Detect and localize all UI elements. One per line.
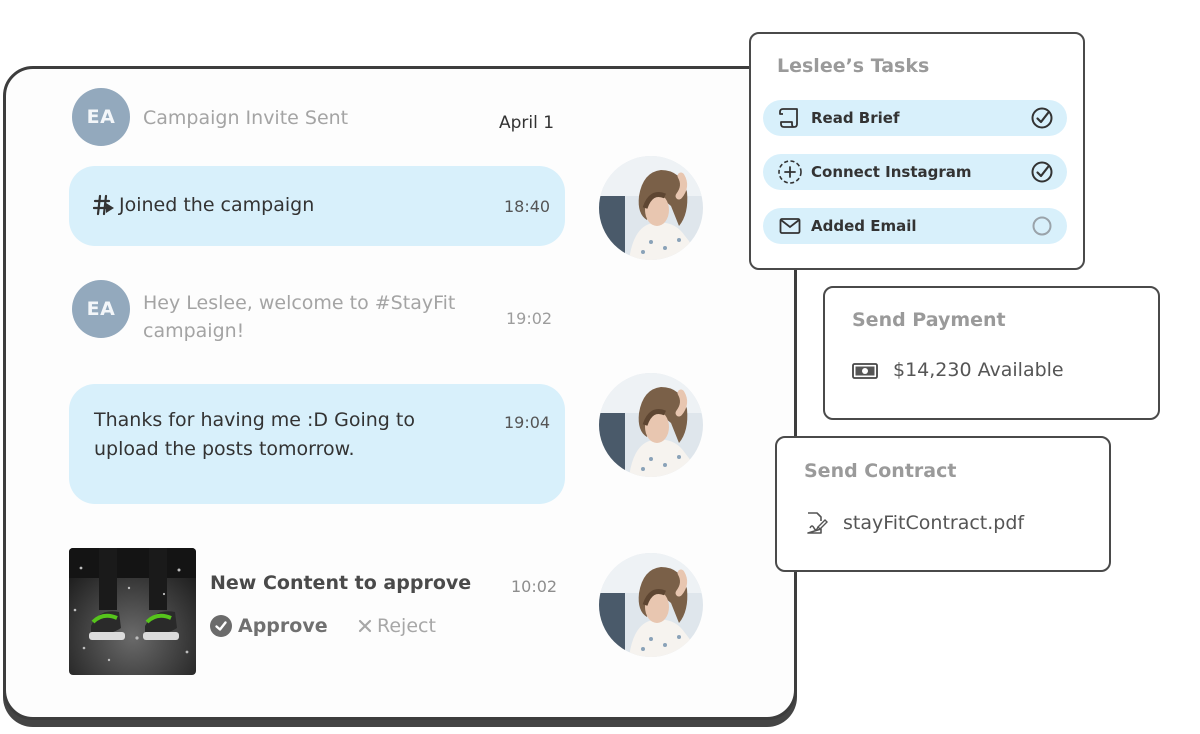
payment-available-amount: $14,230 Available: [893, 359, 1064, 381]
ea-avatar: EA: [72, 88, 130, 146]
plus-circle-icon: [777, 160, 803, 184]
reply-message-bubble: Thanks for having me :D Going to upload …: [69, 384, 565, 504]
tasks-card: Leslee’s Tasks Read Brief Connect Instag…: [749, 32, 1085, 270]
envelope-icon: [777, 215, 803, 237]
reject-label: Reject: [377, 615, 436, 637]
banknote-icon: [852, 362, 878, 384]
file-signature-icon: [804, 511, 828, 539]
contract-file-name[interactable]: stayFitContract.pdf: [843, 512, 1024, 534]
reply-line-2: upload the posts tomorrow.: [94, 438, 355, 460]
approve-label: Approve: [238, 615, 328, 637]
task-label: Connect Instagram: [811, 163, 972, 181]
content-thumbnail[interactable]: [69, 548, 196, 675]
task-label: Read Brief: [811, 109, 900, 127]
content-approval-title: New Content to approve: [210, 572, 472, 594]
scroll-icon: [777, 107, 803, 129]
check-circle-icon: [210, 615, 232, 637]
reply-line-1: Thanks for having me :D Going to: [94, 409, 415, 431]
reply-message-text: Thanks for having me :D Going to upload …: [94, 406, 415, 464]
joined-message-bubble: Joined the campaign 18:40: [69, 166, 565, 246]
welcome-message-time: 19:02: [506, 309, 553, 328]
send-contract-title: Send Contract: [804, 460, 957, 482]
avatar-initials: EA: [86, 298, 116, 320]
send-payment-card[interactable]: Send Payment $14,230 Available: [823, 286, 1160, 420]
task-label: Added Email: [811, 217, 917, 235]
check-circle-icon: [1031, 107, 1053, 129]
content-approval-time: 10:02: [511, 577, 558, 596]
check-circle-icon: [1031, 161, 1053, 183]
task-row-added-email[interactable]: Added Email: [763, 208, 1067, 244]
welcome-line-1: Hey Leslee, welcome to #StayFit: [143, 292, 456, 314]
reject-button[interactable]: Reject: [357, 615, 436, 637]
user-photo-avatar: [599, 156, 703, 260]
welcome-message: Hey Leslee, welcome to #StayFit campaign…: [143, 289, 455, 345]
chat-panel: EA Campaign Invite Sent April 1 Joined t…: [3, 66, 797, 720]
invite-status-text: Campaign Invite Sent: [143, 107, 349, 129]
tasks-title: Leslee’s Tasks: [777, 55, 930, 77]
user-photo-avatar: [599, 373, 703, 477]
ea-avatar: EA: [72, 280, 130, 338]
reply-message-time: 19:04: [504, 413, 551, 432]
send-contract-card[interactable]: Send Contract stayFitContract.pdf: [775, 436, 1111, 572]
avatar-initials: EA: [86, 106, 116, 128]
invite-date: April 1: [499, 113, 555, 133]
task-row-read-brief[interactable]: Read Brief: [763, 100, 1067, 136]
send-payment-title: Send Payment: [852, 309, 1006, 331]
empty-circle-icon: [1031, 215, 1053, 237]
task-row-connect-instagram[interactable]: Connect Instagram: [763, 154, 1067, 190]
close-icon: [357, 618, 373, 634]
joined-message-time: 18:40: [504, 197, 551, 216]
welcome-line-2: campaign!: [143, 320, 245, 342]
approve-button[interactable]: Approve: [210, 615, 328, 637]
user-photo-avatar: [599, 553, 703, 657]
joined-message-text: Joined the campaign: [119, 194, 315, 216]
hashtag-play-icon: [92, 193, 115, 217]
